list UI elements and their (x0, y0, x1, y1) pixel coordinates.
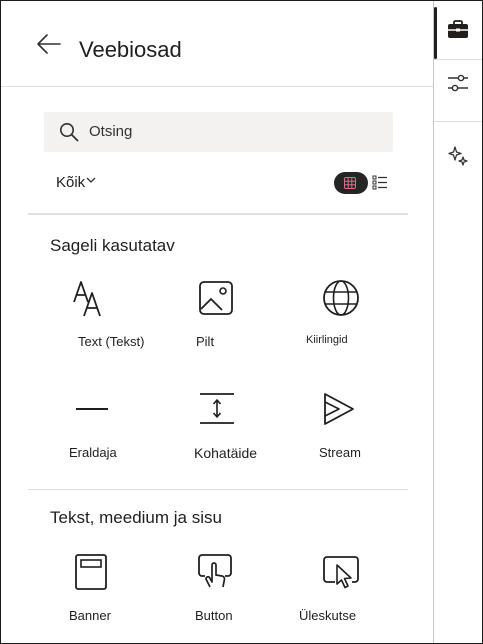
webpart-divider[interactable]: Eraldaja (69, 389, 139, 464)
right-rail (434, 1, 482, 643)
webparts-panel: Veebiosad Otsing Kõik Sageli kasutatav T… (1, 1, 434, 643)
sparkle-icon[interactable] (446, 144, 470, 168)
banner-icon (75, 554, 107, 590)
list-view-icon[interactable] (372, 174, 388, 190)
call-to-action-icon (323, 556, 359, 589)
tile-label: Kohatäide (194, 445, 258, 461)
app-frame: Veebiosad Otsing Kõik Sageli kasutatav T… (0, 0, 483, 644)
globe-icon (323, 280, 359, 316)
text-icon (73, 281, 101, 317)
tile-label: Text (Tekst) (78, 334, 145, 349)
chevron-down-icon (86, 177, 96, 183)
webpart-call-to-action[interactable]: Üleskutse (299, 552, 379, 627)
tile-label: Eraldaja (69, 445, 117, 460)
section-divider (28, 213, 408, 215)
webpart-button[interactable]: Button (195, 552, 265, 627)
section-divider (28, 489, 408, 490)
filter-dropdown[interactable]: Kõik (56, 174, 96, 191)
tile-label: Kiirlingid (306, 334, 348, 346)
tile-label: Üleskutse (299, 608, 357, 623)
grid-view-toggle[interactable] (334, 172, 368, 194)
back-arrow-icon[interactable] (36, 33, 62, 55)
tile-label: Pilt (196, 334, 215, 349)
sliders-icon[interactable] (446, 71, 470, 95)
webpart-quicklinks[interactable]: Kiirlingid (306, 278, 386, 353)
button-icon (198, 554, 232, 588)
search-box[interactable]: Otsing (44, 112, 393, 152)
spacer-icon (200, 393, 234, 424)
divider-icon (76, 408, 108, 410)
search-icon (60, 123, 79, 142)
tile-label: Button (195, 608, 233, 623)
rail-divider (434, 121, 482, 122)
filter-label: Kõik (56, 174, 86, 191)
webpart-image[interactable]: Pilt (196, 278, 266, 353)
image-icon (199, 281, 233, 315)
webpart-text[interactable]: Text (Tekst) (71, 278, 161, 353)
webpart-banner[interactable]: Banner (69, 552, 139, 627)
grid-icon (344, 177, 356, 189)
tile-label: Banner (69, 608, 111, 623)
panel-header: Veebiosad (1, 1, 433, 87)
rail-selected-indicator (434, 7, 437, 59)
tile-label: Stream (319, 445, 361, 460)
webpart-stream[interactable]: Stream (319, 389, 389, 464)
toolbox-icon[interactable] (446, 18, 470, 42)
section-title-frequent: Sageli kasutatav (50, 236, 175, 255)
panel-title: Veebiosad (79, 37, 182, 62)
stream-icon (324, 393, 354, 425)
rail-divider (434, 59, 482, 60)
section-title-text-media: Tekst, meedium ja sisu (50, 508, 222, 527)
webpart-spacer[interactable]: Kohatäide (194, 389, 274, 464)
